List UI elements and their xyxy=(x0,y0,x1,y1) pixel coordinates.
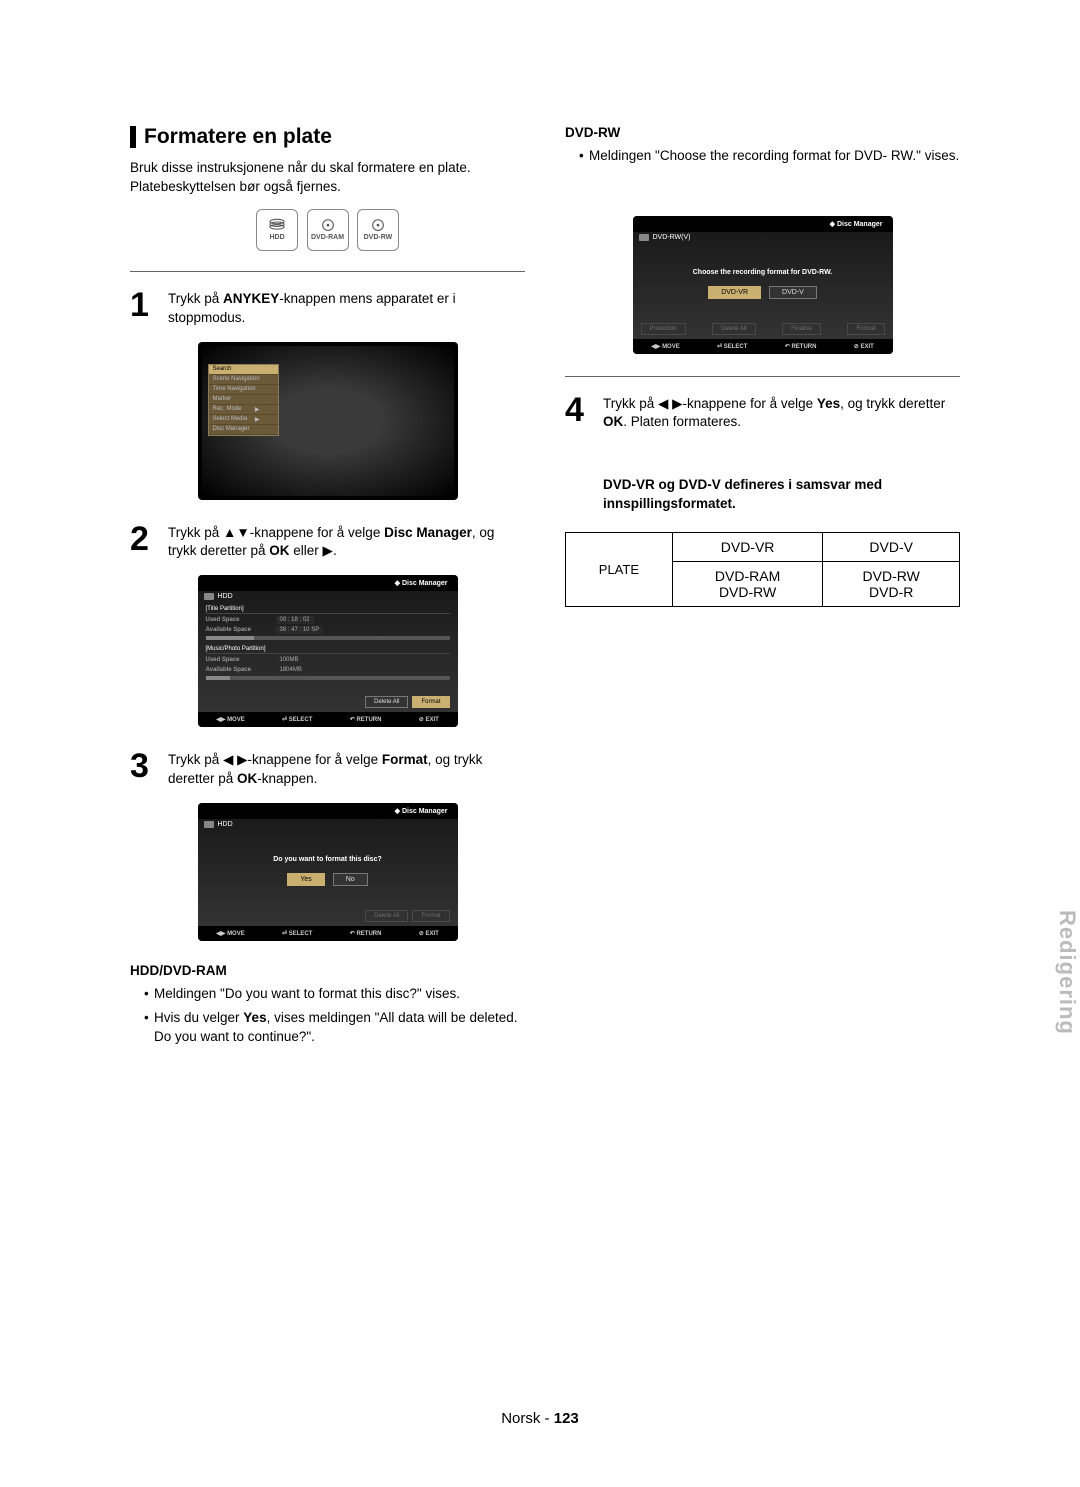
delete-all-button: Delete All xyxy=(712,323,755,335)
dvd-rw-icon: DVD-RW xyxy=(357,209,399,251)
screenshot-disc-manager-2: Disc Manager HDD Do you want to format t… xyxy=(198,803,458,941)
page-number: Norsk - 123 xyxy=(0,1410,1080,1427)
dm-title: Disc Manager xyxy=(198,803,458,819)
step-1-text: Trykk på ANYKEY-knappen mens apparatet e… xyxy=(168,288,525,328)
side-tab: Redigering xyxy=(1054,910,1080,1035)
hdd-small-icon xyxy=(204,821,214,828)
step-2-text: Trykk på ▲▼-knappene for å velge Disc Ma… xyxy=(168,522,525,562)
hdd-ram-list: Meldingen "Do you want to format this di… xyxy=(130,984,525,1047)
dm-title: Disc Manager xyxy=(198,575,458,591)
section-title: Formatere en plate xyxy=(130,125,525,149)
dm-device-row: DVD-RW(V) xyxy=(633,232,893,243)
delete-all-button: Delete All xyxy=(365,696,408,708)
no-button: No xyxy=(333,873,368,886)
menu-item: Rec. Mode▶ xyxy=(209,405,278,415)
list-item: Meldingen "Do you want to format this di… xyxy=(144,984,525,1004)
disc-small-icon xyxy=(639,234,649,241)
format-definition-note: DVD-VR og DVD-V defineres i samsvar med … xyxy=(603,476,960,514)
dvd-rw-heading: DVD-RW xyxy=(565,125,960,140)
dvd-v-button: DVD-V xyxy=(769,286,817,299)
intro-paragraph: Bruk disse instruksjonene når du skal fo… xyxy=(130,159,525,197)
step-3-text: Trykk på ◀ ▶-knappene for å velge Format… xyxy=(168,749,525,789)
screenshot-disc-manager-3: Disc Manager DVD-RW(V) Choose the record… xyxy=(633,216,893,354)
table-cell: DVD-RWDVD-R xyxy=(823,562,960,607)
step-1: 1 Trykk på ANYKEY-knappen mens apparatet… xyxy=(130,288,525,328)
menu-item: Search xyxy=(209,365,278,375)
dm-footer: ◀▶ MOVE ⏎ SELECT ↶ RETURN ⊘ EXIT xyxy=(198,926,458,941)
dvd-ram-icon: DVD-RAM xyxy=(307,209,349,251)
hdd-ram-heading: HDD/DVD-RAM xyxy=(130,963,525,978)
hdd-icon: HDD xyxy=(256,209,298,251)
step-2-number: 2 xyxy=(130,522,158,556)
menu-item: Disc Manager xyxy=(209,425,278,435)
menu-item: Scene Navigation xyxy=(209,375,278,385)
format-button: Format xyxy=(412,696,449,708)
dm-device-row: HDD xyxy=(198,591,458,602)
table-row-head: PLATE xyxy=(566,533,673,607)
dm-title: Disc Manager xyxy=(633,216,893,232)
protection-button: Protection xyxy=(641,323,686,335)
screenshot-anykey-menu: Search Scene Navigation Time Navigation … xyxy=(198,342,458,500)
dm-footer: ◀▶ MOVE ⏎ SELECT ↶ RETURN ⊘ EXIT xyxy=(198,712,458,727)
step-2: 2 Trykk på ▲▼-knappene for å velge Disc … xyxy=(130,522,525,562)
format-button: Format xyxy=(412,910,449,922)
left-column: Formatere en plate Bruk disse instruksjo… xyxy=(130,125,525,1051)
format-prompt: Do you want to format this disc? xyxy=(198,830,458,873)
menu-item: Marker xyxy=(209,395,278,405)
dvd-rw-list: Meldingen "Choose the recording format f… xyxy=(565,146,960,166)
menu-item: Select Media▶ xyxy=(209,415,278,425)
table-cell: DVD-VR xyxy=(672,533,823,562)
format-button: Format xyxy=(847,323,884,335)
screenshot-disc-manager-1: Disc Manager HDD [Title Partition] Used … xyxy=(198,575,458,727)
title-partition-label: [Title Partition] xyxy=(206,606,450,614)
mp-partition-label: [Music/Photo Partition] xyxy=(206,646,450,654)
menu-item: Time Navigation xyxy=(209,385,278,395)
step-4-number: 4 xyxy=(565,393,593,427)
section-bar-icon xyxy=(130,126,136,148)
divider xyxy=(130,271,525,272)
step-3-number: 3 xyxy=(130,749,158,783)
divider xyxy=(565,376,960,377)
plate-table: PLATE DVD-VR DVD-V DVD-RAMDVD-RW DVD-RWD… xyxy=(565,532,960,607)
media-icons-row: HDD DVD-RAM DVD-RW xyxy=(130,209,525,251)
hdd-small-icon xyxy=(204,593,214,600)
dvd-vr-button: DVD-VR xyxy=(708,286,761,299)
context-menu: Search Scene Navigation Time Navigation … xyxy=(208,364,279,436)
list-item: Hvis du velger Yes, vises meldingen "All… xyxy=(144,1008,525,1047)
delete-all-button: Delete All xyxy=(365,910,408,922)
dm-device-row: HDD xyxy=(198,819,458,830)
finalise-button: Finalise xyxy=(782,323,821,335)
section-title-text: Formatere en plate xyxy=(144,125,332,149)
format-choice-prompt: Choose the recording format for DVD-RW. xyxy=(633,243,893,286)
table-cell: DVD-RAMDVD-RW xyxy=(672,562,823,607)
table-cell: DVD-V xyxy=(823,533,960,562)
step-1-number: 1 xyxy=(130,288,158,322)
step-4: 4 Trykk på ◀ ▶-knappene for å velge Yes,… xyxy=(565,393,960,433)
list-item: Meldingen "Choose the recording format f… xyxy=(579,146,960,166)
yes-button: Yes xyxy=(287,873,324,886)
dm-footer: ◀▶ MOVE ⏎ SELECT ↶ RETURN ⊘ EXIT xyxy=(633,339,893,354)
step-3: 3 Trykk på ◀ ▶-knappene for å velge Form… xyxy=(130,749,525,789)
step-4-text: Trykk på ◀ ▶-knappene for å velge Yes, o… xyxy=(603,393,960,433)
right-column: DVD-RW Meldingen "Choose the recording f… xyxy=(565,125,960,1051)
